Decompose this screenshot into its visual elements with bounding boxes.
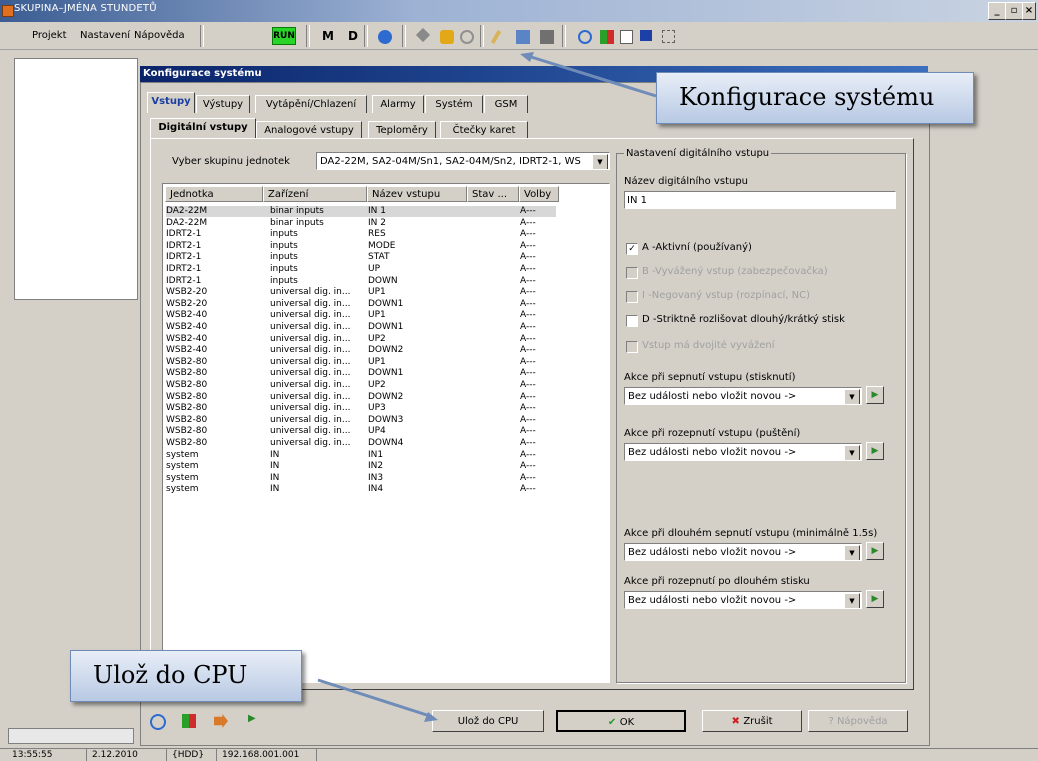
arrow-line xyxy=(527,54,657,98)
status-time: 13:55:55 xyxy=(8,749,87,761)
status-bar: 13:55:55 2.12.2010 {HDD} 192.168.001.001 xyxy=(0,748,1038,761)
arrow-line xyxy=(317,678,431,718)
status-date: 2.12.2010 xyxy=(88,749,167,761)
arrow-head xyxy=(520,52,534,62)
status-hdd: {HDD} xyxy=(168,749,217,761)
status-ip: 192.168.001.001 xyxy=(218,749,317,761)
callout-arrows xyxy=(317,52,657,722)
